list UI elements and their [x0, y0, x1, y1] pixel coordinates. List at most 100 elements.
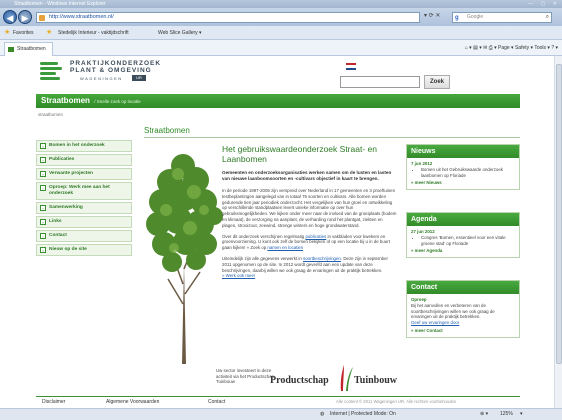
nav-label: Contact: [49, 233, 67, 238]
nav-item-bomen[interactable]: › Bomen in het onderzoek: [36, 140, 132, 152]
window-title-bar: Straatbomen - Windows Internet Explorer …: [0, 0, 562, 8]
productschap-logo[interactable]: Productschap Tuinbouw: [270, 361, 416, 397]
tab-bar: Straatbomen ⌂ ▾ ▤ ▾ ✉ ⎙ ▾ Page ▾ Safety …: [0, 40, 562, 56]
command-bar: ⌂ ▾ ▤ ▾ ✉ ⎙ ▾ Page ▾ Safety ▾ Tools ▾ ? …: [465, 40, 558, 56]
agenda-box: Agenda 27 jun 2012 Congres 'Bomen, essen…: [406, 212, 520, 259]
scrollbar-thumb[interactable]: [556, 64, 562, 364]
logo-line1: PRAKTIJKONDERZOEK: [70, 60, 162, 67]
help-icon[interactable]: ? ▾: [551, 45, 558, 51]
feeds-icon[interactable]: ▤ ▾: [473, 45, 482, 51]
nav-bullet-icon: ›: [40, 171, 46, 177]
browser-search-input[interactable]: g Google ⌕: [452, 12, 552, 23]
favorites-star-icon[interactable]: ★: [4, 26, 10, 40]
nav-label: Links: [49, 219, 62, 224]
zoom-icon[interactable]: ⊕ ▾: [480, 409, 488, 420]
site-logo[interactable]: PRAKTIJKONDERZOEK PLANT & OMGEVING WAGEN…: [36, 60, 176, 90]
nav-bullet-icon: ›: [40, 219, 46, 225]
add-favorite-icon[interactable]: ★: [46, 26, 52, 40]
nieuws-title[interactable]: Nieuws: [407, 145, 519, 158]
page-icon: [39, 15, 45, 21]
refresh-stop-icons[interactable]: ▾ ⟳ ✕: [424, 12, 440, 19]
tab-straatbomen[interactable]: Straatbomen: [4, 42, 53, 56]
nav-item-oproep[interactable]: › Oproep: Werk mee aan het onderzoek: [36, 182, 132, 200]
back-button[interactable]: ◀: [3, 10, 17, 24]
logo-line2: PLANT & OMGEVING: [70, 67, 152, 74]
page-menu[interactable]: Page ▾: [498, 45, 514, 51]
meer-nieuws-link[interactable]: » meer Nieuws: [411, 180, 515, 186]
print-icon[interactable]: ⎙ ▾: [489, 45, 498, 51]
zoom-dropdown-icon[interactable]: ▾: [520, 409, 523, 420]
security-zone[interactable]: Internet | Protected Mode: On: [330, 409, 396, 420]
tab-label: Straatbomen: [17, 46, 46, 52]
logo-wur: UR: [132, 75, 146, 81]
soortbeschrijvingen-link[interactable]: soortbeschrijvingen: [303, 256, 341, 261]
agenda-item[interactable]: Congres 'Bomen, essentieel voor een vita…: [421, 235, 515, 247]
ervaringen-link[interactable]: Geef uw ervaringen door: [411, 320, 515, 326]
nav-item-verwante-projecten[interactable]: › Verwante projecten: [36, 168, 132, 180]
search-icon[interactable]: ⌕: [546, 13, 549, 22]
nieuws-item[interactable]: Bomen uit het Gebruikswaarde onderzoek l…: [421, 167, 515, 179]
productschap-leaf-icon: [340, 365, 353, 391]
p3-text-a: Uiteindelijk zijn alle gegevens verwerkt…: [222, 255, 302, 261]
disclaimer-link[interactable]: Disclaimer: [42, 399, 65, 405]
namen-locaties-link[interactable]: namen en locaties: [267, 245, 303, 250]
google-icon: g: [455, 15, 459, 21]
address-url: http://www.straatbomen.nl/: [49, 14, 114, 20]
nav-item-publicaties[interactable]: › Publicaties: [36, 154, 132, 166]
copyright: Alle content © 2011 Wageningen UR. Alle …: [336, 399, 457, 404]
productschap-logo-left: Productschap: [270, 375, 329, 386]
zoom-level[interactable]: 125%: [500, 409, 513, 420]
dutch-flag-icon[interactable]: [346, 63, 356, 70]
meer-agenda-link[interactable]: » meer Agenda: [411, 248, 515, 254]
vertical-scrollbar[interactable]: [554, 56, 562, 408]
site-search-input[interactable]: [340, 76, 420, 88]
nav-bullet-icon: ›: [40, 233, 46, 239]
nav-bullet-icon: ›: [40, 247, 46, 253]
nav-label: Samenwerking: [49, 205, 83, 210]
publicaties-link[interactable]: publicaties: [305, 234, 326, 239]
nav-item-nieuw[interactable]: › Nieuw op de site: [36, 244, 132, 256]
nav-item-links[interactable]: › Links: [36, 216, 132, 228]
home-icon[interactable]: ⌂ ▾: [465, 45, 472, 51]
article-paragraph-1: In de periode 1997-2005 zijn verspreid o…: [222, 188, 397, 228]
agenda-title[interactable]: Agenda: [407, 213, 519, 226]
site-banner: Straatbomen / Snelle zoek op locatie: [36, 94, 520, 108]
nav-label: Nieuw op de site: [49, 247, 87, 252]
banner-subtitle[interactable]: / Snelle zoek op locatie: [94, 99, 140, 104]
article-lead: Gemeenten en onderzoeksorganisaties werk…: [222, 170, 392, 181]
nav-item-samenwerking[interactable]: › Samenwerking: [36, 202, 132, 214]
nav-bullet-icon: ›: [40, 143, 46, 149]
footer-contact-link[interactable]: Contact: [208, 399, 225, 405]
safety-menu[interactable]: Safety ▾: [515, 45, 533, 51]
nav-item-contact[interactable]: › Contact: [36, 230, 132, 242]
banner-title[interactable]: Straatbomen: [41, 96, 90, 105]
productschap-logo-right: Tuinbouw: [354, 375, 397, 386]
tools-menu[interactable]: Tools ▾: [534, 45, 550, 51]
main-article: Het gebruikswaardeonderzoek Straat- en L…: [222, 144, 398, 284]
section-divider: [144, 137, 520, 138]
window-controls[interactable]: — ▢ ✕: [528, 0, 560, 8]
address-bar[interactable]: http://www.straatbomen.nl/: [36, 12, 420, 23]
favorites-button[interactable]: Favorites: [13, 26, 34, 40]
page-viewport: PRAKTIJKONDERZOEK PLANT & OMGEVING WAGEN…: [0, 56, 562, 408]
window-title: Straatbomen - Windows Internet Explorer: [14, 1, 106, 7]
nav-label: Verwante projecten: [49, 171, 93, 176]
meer-contact-link[interactable]: » meer Contact: [411, 328, 515, 334]
contact-box: Contact Oproep Bij het aanvullen en verb…: [406, 280, 520, 338]
breadcrumb[interactable]: straatbomen: [38, 112, 63, 117]
nav-bullet-icon: ›: [40, 185, 46, 191]
voorwaarden-link[interactable]: Algemene Voorwaarden: [106, 399, 159, 405]
section-title: Straatbomen: [144, 126, 190, 135]
contact-title[interactable]: Contact: [407, 281, 519, 294]
nav-bullet-icon: ›: [40, 205, 46, 211]
zoek-button[interactable]: Zoek: [424, 75, 450, 89]
forward-button[interactable]: ▶: [18, 10, 32, 24]
status-bar: ◍ Internet | Protected Mode: On ⊕ ▾ 125%…: [0, 408, 562, 420]
favorite-link-webslice[interactable]: Web Slice Gallery ▾: [158, 26, 202, 40]
article-paragraph-3: Uiteindelijk zijn alle gegevens verwerkt…: [222, 256, 398, 279]
werk-mee-link[interactable]: » Werk ook mee!: [222, 273, 255, 278]
favorite-link-stedelijk[interactable]: Stedelijk Interieur - vaktijdschrift: [58, 26, 129, 40]
footer-divider: [36, 396, 520, 397]
article-paragraph-2: Over dit onderzoek verschijnen regelmati…: [222, 234, 398, 251]
contact-text: Bij het aanvullen en verbeteren van de s…: [411, 302, 495, 320]
